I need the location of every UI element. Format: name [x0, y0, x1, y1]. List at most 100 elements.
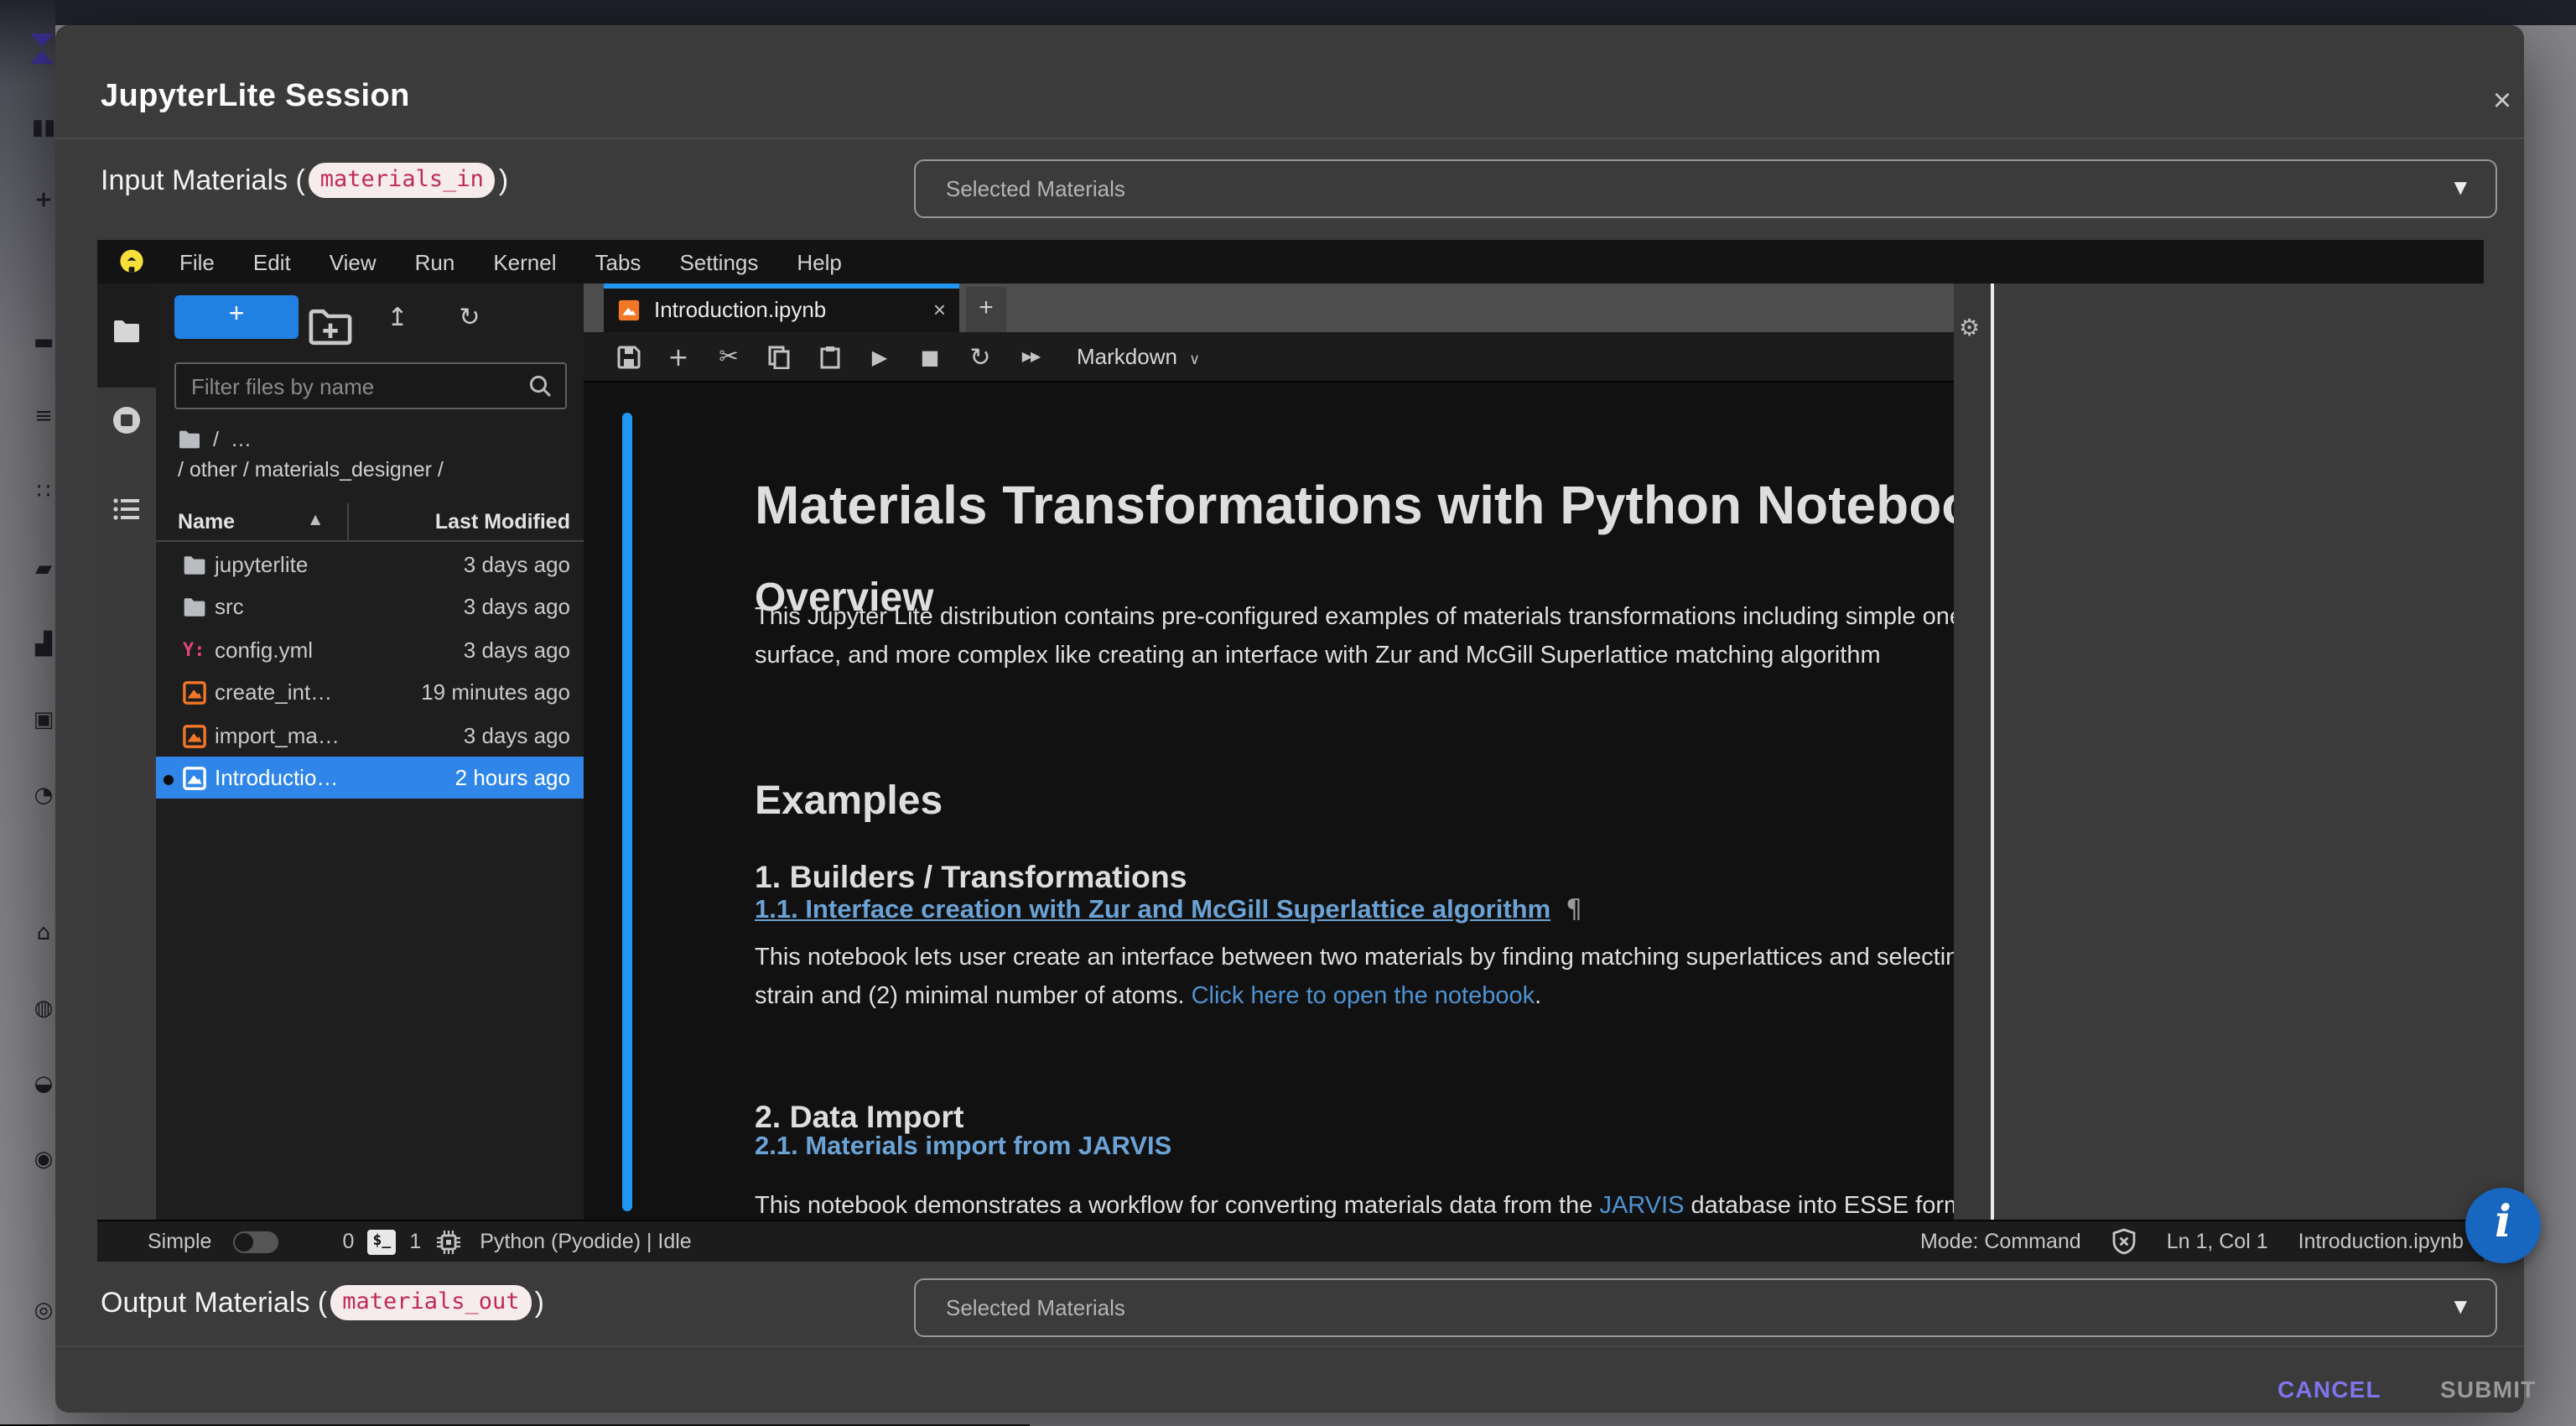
- filter-files-input[interactable]: Filter files by name: [174, 362, 567, 409]
- refresh-icon[interactable]: ↻: [448, 295, 491, 339]
- chevron-down-icon: ▼: [2454, 1298, 2496, 1317]
- file-name: src: [215, 595, 244, 620]
- file-browser-panel: + ↥ ↻ Filter files by name: [156, 284, 584, 1220]
- breadcrumb-path[interactable]: / other / materials_designer /: [178, 458, 444, 481]
- add-tab-button[interactable]: +: [966, 287, 1006, 332]
- menu-view[interactable]: View: [330, 249, 377, 274]
- app-sidebar-dimmed: ▮▮ + ▬ ≡ ∷ ▰ ▟ ▣ ◔ ⌂ ◍ ◒ ◉ ◎: [0, 0, 55, 1426]
- interface-paragraph-end: .: [1535, 983, 1541, 1010]
- menu-file[interactable]: File: [179, 249, 215, 274]
- app-sidebar-image-icon: ▣: [30, 710, 55, 733]
- app-sidebar-network-icon: ◒: [30, 1074, 55, 1097]
- statusbar-filename[interactable]: Introduction.ipynb: [2298, 1230, 2464, 1253]
- file-browser-icon[interactable]: [112, 319, 141, 344]
- paste-cells-icon[interactable]: [812, 343, 847, 369]
- copy-cells-icon[interactable]: [761, 343, 797, 369]
- breadcrumb-ellipsis[interactable]: …: [231, 428, 252, 451]
- table-of-contents-icon[interactable]: [112, 497, 141, 522]
- upload-icon[interactable]: ↥: [376, 295, 419, 339]
- chevron-down-icon: ∨: [1189, 352, 1200, 369]
- jupyter-menubar: File Edit View Run Kernel Tabs Settings …: [97, 240, 2484, 284]
- column-name[interactable]: Name: [178, 510, 235, 533]
- open-notebook-link[interactable]: Click here to open the notebook: [1192, 983, 1535, 1010]
- chevron-down-icon: ▼: [2454, 180, 2496, 198]
- file-row-create-interface[interactable]: create_int… 19 minutes ago: [156, 671, 584, 714]
- new-launcher-button[interactable]: +: [174, 295, 299, 339]
- menu-tabs[interactable]: Tabs: [595, 249, 641, 274]
- file-name: config.yml: [215, 638, 313, 663]
- cell-type-dropdown[interactable]: Markdown∨: [1077, 344, 1200, 369]
- menu-run[interactable]: Run: [415, 249, 455, 274]
- app-sidebar-panels-icon: ▮▮: [30, 117, 55, 141]
- insert-cell-icon[interactable]: +: [661, 341, 696, 372]
- column-last-modified[interactable]: Last Modified: [435, 510, 570, 533]
- jupyter-status-bar: Simple 0 $_ 1 Python (Pyodide) | Idle Mo…: [97, 1220, 2484, 1262]
- simple-mode-label: Simple: [148, 1230, 211, 1253]
- terminals-count[interactable]: 0: [342, 1230, 354, 1253]
- new-folder-icon[interactable]: [309, 305, 352, 349]
- menu-help[interactable]: Help: [797, 249, 842, 274]
- file-row-introduction-selected[interactable]: ● Introductio… 2 hours ago: [156, 757, 584, 799]
- kernels-count[interactable]: 1: [409, 1230, 421, 1253]
- command-mode-indicator[interactable]: Mode: Command: [1920, 1230, 2081, 1253]
- output-materials-select[interactable]: Selected Materials ▼: [914, 1278, 2497, 1337]
- cut-cells-icon[interactable]: ✂: [711, 343, 746, 370]
- running-kernels-icon[interactable]: [112, 406, 141, 435]
- run-cell-icon[interactable]: ▶: [862, 345, 897, 368]
- save-icon[interactable]: [610, 343, 646, 369]
- breadcrumb-root[interactable]: /: [213, 428, 219, 451]
- file-row-config-yml[interactable]: Y: config.yml 3 days ago: [156, 629, 584, 672]
- terminal-icon[interactable]: $_: [367, 1229, 396, 1254]
- app-sidebar-bank-icon: ⌂: [30, 923, 55, 946]
- restart-kernel-icon[interactable]: ↻: [963, 341, 998, 372]
- mat3ra-logo: [27, 32, 55, 65]
- info-button[interactable]: i: [2465, 1188, 2541, 1263]
- notebook-file-icon: [183, 724, 206, 747]
- cursor-position[interactable]: Ln 1, Col 1: [2167, 1230, 2268, 1253]
- tab-close-icon[interactable]: ×: [933, 297, 946, 322]
- tab-title: Introduction.ipynb: [654, 297, 826, 322]
- tab-introduction-ipynb[interactable]: Introduction.ipynb ×: [604, 284, 959, 332]
- kernel-status-text[interactable]: Python (Pyodide) | Idle: [480, 1230, 691, 1253]
- active-cell-indicator[interactable]: [622, 413, 632, 1211]
- trust-shield-icon[interactable]: [2111, 1228, 2137, 1255]
- cancel-button[interactable]: CANCEL: [2277, 1376, 2381, 1403]
- screen: ▮▮ + ▬ ≡ ∷ ▰ ▟ ▣ ◔ ⌂ ◍ ◒ ◉ ◎ https://jup…: [0, 0, 2576, 1426]
- yaml-file-icon: Y:: [183, 639, 206, 663]
- modal-close-icon[interactable]: ×: [2484, 86, 2521, 122]
- menu-kernel[interactable]: Kernel: [493, 249, 556, 274]
- app-sidebar-list-icon: ≡: [30, 406, 55, 429]
- toggle-knob: [235, 1232, 253, 1251]
- column-divider: [347, 503, 349, 542]
- page-top-band: [0, 0, 2576, 25]
- property-inspector-gear-icon[interactable]: ⚙: [1959, 315, 1980, 342]
- simple-mode-toggle[interactable]: [233, 1231, 278, 1252]
- menu-edit[interactable]: Edit: [253, 249, 291, 274]
- submit-button[interactable]: SUBMIT: [2440, 1376, 2537, 1403]
- input-materials-label-prefix: Input Materials (: [101, 164, 305, 197]
- kernel-chip-icon: [436, 1229, 461, 1254]
- app-sidebar-globe-icon: ◉: [30, 1149, 55, 1173]
- restart-run-all-icon[interactable]: ▶▶: [1013, 349, 1048, 364]
- app-sidebar-blocks-icon: ▟: [30, 634, 55, 658]
- jarvis-import-link[interactable]: 2.1. Materials import from JARVIS: [755, 1132, 1171, 1161]
- folder-icon: [183, 554, 206, 577]
- input-materials-select[interactable]: Selected Materials ▼: [914, 159, 2497, 218]
- home-folder-icon[interactable]: [178, 429, 201, 450]
- output-materials-label-suffix: ): [535, 1286, 544, 1319]
- jarvis-link[interactable]: JARVIS: [1599, 1193, 1684, 1220]
- menu-settings[interactable]: Settings: [679, 249, 758, 274]
- input-materials-label: Input Materials (materials_in): [101, 163, 508, 198]
- stop-kernel-icon[interactable]: ■: [912, 345, 948, 368]
- file-row-src[interactable]: src 3 days ago: [156, 586, 584, 629]
- folder-icon: [183, 596, 206, 620]
- anchor-pilcrow[interactable]: ¶: [1566, 894, 1582, 924]
- file-row-import-material[interactable]: import_ma… 3 days ago: [156, 714, 584, 757]
- file-modified: 3 days ago: [464, 552, 570, 577]
- file-modified: 19 minutes ago: [421, 679, 570, 705]
- notebook-file-icon: [183, 767, 206, 790]
- interface-creation-link[interactable]: 1.1. Interface creation with Zur and McG…: [755, 896, 1550, 924]
- app-sidebar-add-icon: +: [30, 190, 55, 213]
- jupyterlite-logo: [117, 247, 146, 276]
- file-row-jupyterlite[interactable]: jupyterlite 3 days ago: [156, 544, 584, 586]
